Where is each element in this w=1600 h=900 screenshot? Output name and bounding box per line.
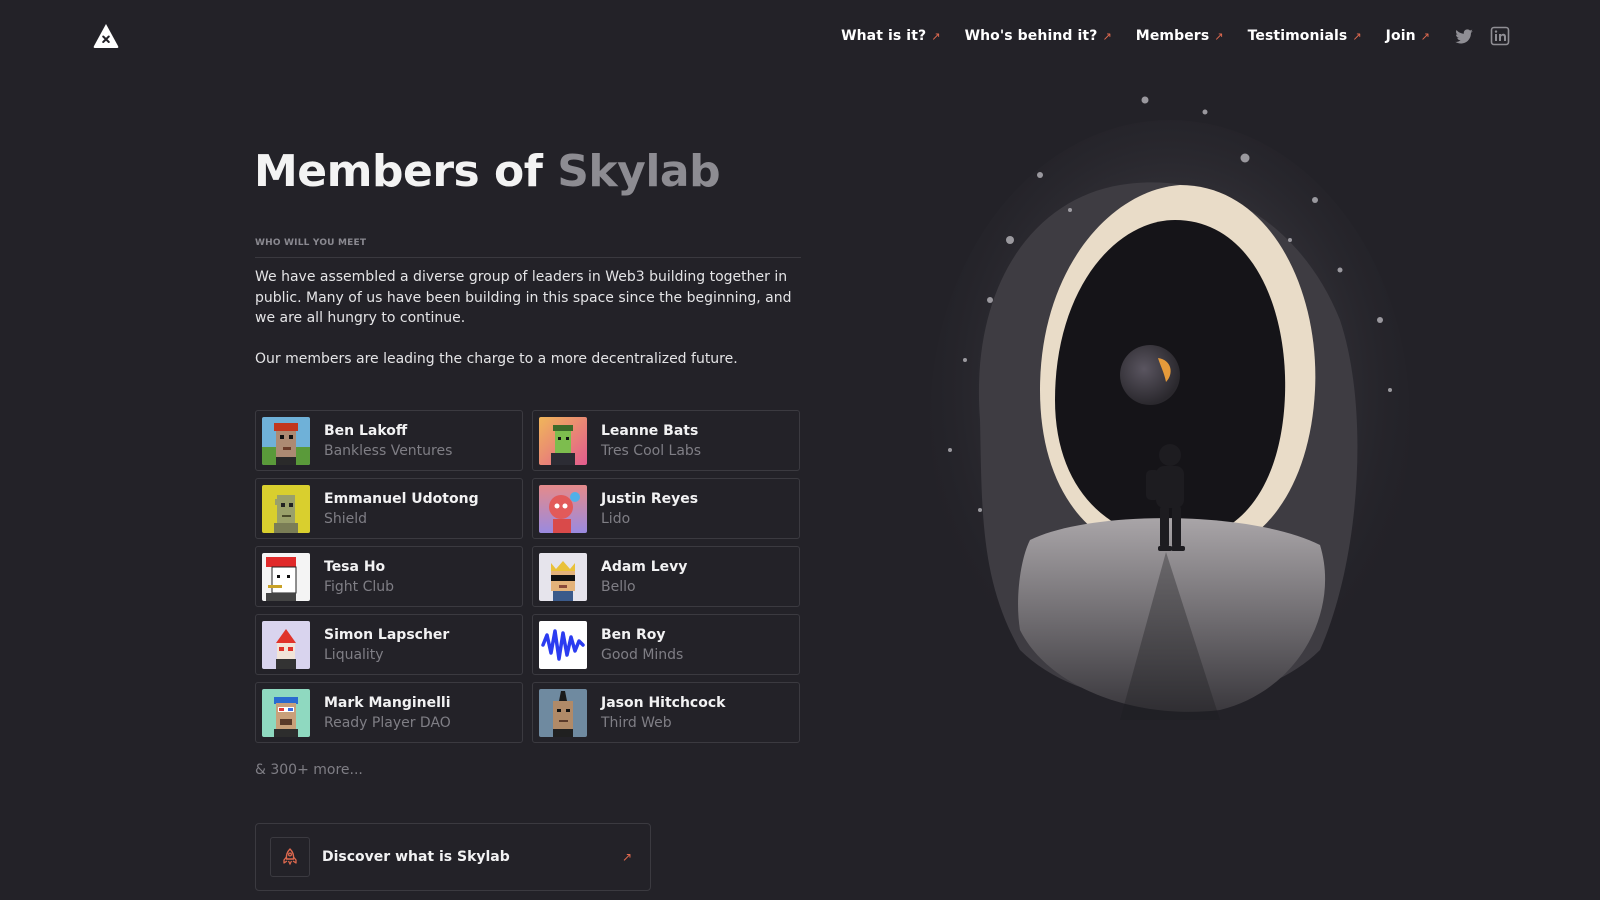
member-card-justin-reyes[interactable]: Justin Reyes Lido [532, 478, 800, 539]
member-name: Adam Levy [601, 558, 688, 575]
member-card-emmanuel-udotong[interactable]: Emmanuel Udotong Shield [255, 478, 523, 539]
nav-join[interactable]: Join ↗ [1386, 28, 1430, 44]
social-links [1454, 26, 1510, 46]
linkedin-icon[interactable] [1490, 26, 1510, 46]
external-arrow-icon: ↗ [1420, 29, 1430, 43]
member-org: Bello [601, 578, 636, 595]
external-arrow-icon: ↗ [1352, 29, 1362, 43]
member-avatar [539, 620, 587, 669]
twitter-icon[interactable] [1454, 26, 1474, 46]
title-accent: Skylab [557, 146, 721, 197]
discover-skylab-button[interactable]: Discover what is Skylab ↗ [255, 823, 651, 891]
member-avatar [262, 552, 310, 601]
member-card-mark-manginelli[interactable]: Mark Manginelli Ready Player DAO [255, 682, 523, 743]
astronaut-portal-illustration [920, 90, 1420, 730]
external-arrow-icon: ↗ [1102, 29, 1112, 43]
member-card-adam-levy[interactable]: Adam Levy Bello [532, 546, 800, 607]
intro-text: We have assembled a diverse group of lea… [255, 267, 801, 389]
member-name: Justin Reyes [601, 490, 699, 507]
external-arrow-icon: ↗ [931, 29, 941, 43]
member-avatar [262, 620, 310, 669]
member-name: Emmanuel Udotong [324, 490, 479, 507]
nav-members[interactable]: Members ↗ [1136, 28, 1224, 44]
member-avatar [539, 552, 587, 601]
intro-paragraph-1: We have assembled a diverse group of lea… [255, 269, 792, 326]
member-avatar [262, 484, 310, 533]
external-arrow-icon: ↗ [1214, 29, 1224, 43]
member-name: Ben Roy [601, 626, 666, 643]
main-nav: What is it? ↗ Who's behind it? ↗ Members ↗ … [841, 24, 1510, 48]
member-org: Ready Player DAO [324, 714, 451, 731]
section-eyebrow: WHO WILL YOU MEET [255, 238, 367, 248]
member-name: Leanne Bats [601, 422, 699, 439]
intro-paragraph-2: Our members are leading the charge to a … [255, 350, 738, 367]
member-org: Good Minds [601, 646, 684, 663]
member-card-simon-lapscher[interactable]: Simon Lapscher Liquality [255, 614, 523, 675]
member-card-leanne-bats[interactable]: Leanne Bats Tres Cool Labs [532, 410, 800, 471]
members-grid: Ben Lakoff Bankless Ventures Leanne Bats [255, 410, 801, 743]
page-title: Members of Skylab [254, 146, 721, 197]
member-avatar [262, 688, 310, 737]
member-card-ben-lakoff[interactable]: Ben Lakoff Bankless Ventures [255, 410, 523, 471]
member-org: Bankless Ventures [324, 442, 453, 459]
member-org: Lido [601, 510, 631, 527]
member-avatar [262, 416, 310, 465]
member-card-jason-hitchcock[interactable]: Jason Hitchcock Third Web [532, 682, 800, 743]
member-card-ben-roy[interactable]: Ben Roy Good Minds [532, 614, 800, 675]
member-org: Fight Club [324, 578, 395, 595]
nav-testimonials[interactable]: Testimonials ↗ [1248, 28, 1362, 44]
external-arrow-icon: ↗ [621, 850, 632, 864]
member-org: Shield [324, 510, 368, 527]
member-org: Tres Cool Labs [601, 442, 702, 459]
member-avatar [539, 688, 587, 737]
member-name: Simon Lapscher [324, 626, 450, 643]
member-name: Tesa Ho [324, 558, 386, 575]
member-org: Liquality [324, 646, 384, 663]
divider [255, 257, 801, 258]
page: What is it? ↗ Who's behind it? ↗ Members ↗ … [0, 0, 1600, 900]
skylab-logo-icon[interactable] [92, 22, 120, 50]
member-card-tesa-ho[interactable]: Tesa Ho Fight Club [255, 546, 523, 607]
rocket-icon [270, 837, 310, 877]
nav-what-is-it[interactable]: What is it? ↗ [841, 28, 940, 44]
member-org: Third Web [601, 714, 672, 731]
member-name: Jason Hitchcock [601, 694, 726, 711]
member-avatar [539, 416, 587, 465]
more-members-text: & 300+ more... [255, 762, 363, 778]
cta-label: Discover what is Skylab [322, 849, 510, 865]
member-name: Ben Lakoff [324, 422, 408, 439]
member-avatar [539, 484, 587, 533]
nav-whos-behind-it[interactable]: Who's behind it? ↗ [965, 28, 1112, 44]
member-name: Mark Manginelli [324, 694, 451, 711]
